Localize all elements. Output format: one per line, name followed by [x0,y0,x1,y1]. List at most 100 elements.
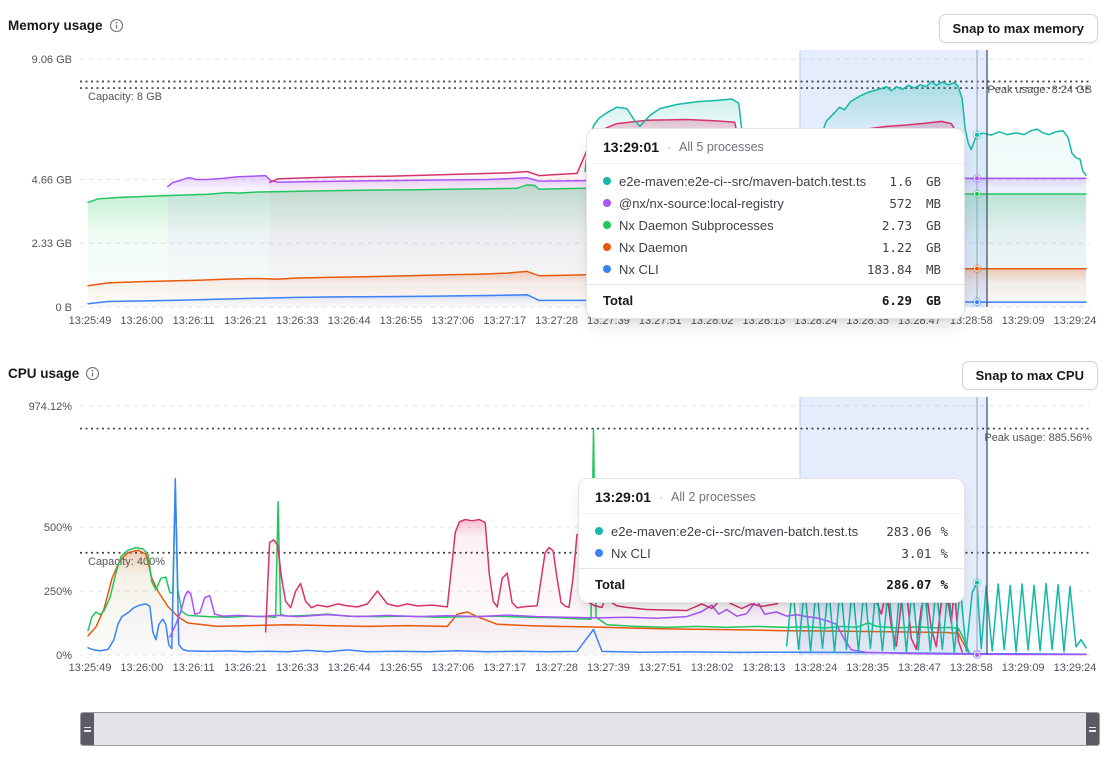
x-tick-label: 13:28:02 [691,662,734,674]
tooltip-row: e2e-maven:e2e-ci--src/maven-batch.test.t… [579,520,964,542]
cursor-marker [975,580,980,585]
process-value: 183.84 [867,262,912,277]
x-tick-label: 13:28:35 [846,662,889,674]
y-tick-label: 2.33 GB [32,238,72,250]
x-tick-label: 13:26:33 [276,662,319,674]
x-tick-label: 13:26:33 [276,315,319,327]
x-tick-label: 13:27:17 [483,662,526,674]
x-tick-label: 13:26:21 [224,662,267,674]
x-tick-label: 13:29:24 [1054,662,1097,674]
process-value: 1.6 [889,174,912,189]
tooltip-separator: · [659,490,663,504]
x-tick-label: 13:27:28 [535,315,578,327]
x-tick-label: 13:26:44 [328,315,371,327]
process-value: 1.22 [882,240,912,255]
x-tick-label: 13:28:47 [898,662,941,674]
process-name: Nx Daemon Subprocesses [619,218,874,233]
tooltip-header: 13:29:01 · All 2 processes [579,479,964,514]
process-name: @nx/nx-source:local-registry [619,196,881,211]
series-color-dot [595,527,603,535]
tooltip-rows: e2e-maven:e2e-ci--src/maven-batch.test.t… [579,514,964,568]
peak-label: Peak usage: 885.56% [984,432,1092,444]
process-value: 572 [889,196,912,211]
process-value-unit: MB [926,196,948,211]
x-tick-label: 13:28:24 [794,662,837,674]
series-color-dot [595,549,603,557]
series-color-dot [603,177,611,185]
series-color-dot [603,221,611,229]
memory-section-title: Memory usage [8,18,124,33]
x-tick-label: 13:27:39 [587,662,630,674]
info-icon[interactable] [85,366,100,381]
y-tick-label: 974.12% [29,401,73,413]
process-name: Nx Daemon [619,240,874,255]
x-tick-label: 13:26:55 [380,662,423,674]
capacity-label: Capacity: 400% [88,556,165,568]
tooltip-time: 13:29:01 [595,489,651,505]
peak-label: Peak usage: 8.24 GB [987,84,1092,96]
tooltip-row: e2e-maven:e2e-ci--src/maven-batch.test.t… [587,170,964,192]
x-tick-label: 13:28:13 [743,662,786,674]
x-tick-label: 13:27:51 [639,662,682,674]
tooltip-total-unit: % [940,577,948,592]
y-tick-label: 0% [56,650,72,662]
tooltip-total-value: 286.07 [886,577,931,592]
x-tick-label: 13:26:21 [224,315,267,327]
charts-canvas[interactable]: 9.06 GB4.66 GB2.33 GB0 B13:25:4913:26:00… [0,0,1118,761]
y-tick-label: 250% [44,586,72,598]
tooltip-row: Nx CLI 183.84 MB [587,258,964,280]
tooltip-total-label: Total [595,577,878,592]
tooltip-row: Nx Daemon Subprocesses 2.73 GB [587,214,964,236]
cursor-marker [975,266,980,271]
tooltip-header: 13:29:01 · All 5 processes [587,129,964,164]
process-name: Nx CLI [619,262,859,277]
x-tick-label: 13:27:06 [431,662,474,674]
tooltip-rows: e2e-maven:e2e-ci--src/maven-batch.test.t… [587,164,964,284]
x-tick-label: 13:26:11 [173,662,215,674]
x-tick-label: 13:29:09 [1002,662,1045,674]
tooltip-time: 13:29:01 [603,139,659,155]
memory-title-text: Memory usage [8,18,103,33]
process-name: e2e-maven:e2e-ci--src/maven-batch.test.t… [619,174,881,189]
tooltip-total-value: 6.29 [882,293,912,308]
x-tick-label: 13:27:28 [535,662,578,674]
tooltip-total-row: Total 6.29 GB [587,284,964,318]
cursor-marker [975,132,980,137]
process-value-unit: GB [926,240,948,255]
cursor-marker [975,652,980,657]
tooltip-subtitle: All 2 processes [671,490,756,504]
tooltip-total-label: Total [603,293,874,308]
y-tick-label: 4.66 GB [32,174,72,186]
process-name: Nx CLI [611,546,893,561]
cursor-marker [975,300,980,305]
x-tick-label: 13:28:58 [950,662,993,674]
x-tick-label: 13:29:09 [1002,315,1045,327]
memory-tooltip: 13:29:01 · All 5 processes e2e-maven:e2e… [586,128,965,319]
x-tick-label: 13:26:55 [380,315,423,327]
x-tick-label: 13:25:49 [69,315,112,327]
cpu-title-text: CPU usage [8,366,79,381]
tooltip-subtitle: All 5 processes [679,140,764,154]
process-value-unit: GB [926,174,948,189]
x-tick-label: 13:27:17 [483,315,526,327]
y-tick-label: 9.06 GB [32,54,72,66]
x-tick-label: 13:25:49 [69,662,112,674]
cursor-marker [975,191,980,196]
process-value-unit: GB [926,218,948,233]
tooltip-total-row: Total 286.07 % [579,568,964,602]
tooltip-separator: · [667,140,671,154]
cpu-section-title: CPU usage [8,366,100,381]
series-color-dot [603,265,611,273]
tooltip-row: Nx Daemon 1.22 GB [587,236,964,258]
x-tick-label: 13:26:00 [120,662,163,674]
info-icon[interactable] [109,18,124,33]
process-value-unit: MB [926,262,948,277]
process-value: 2.73 [882,218,912,233]
tooltip-total-unit: GB [926,293,948,308]
y-tick-label: 0 B [55,302,72,314]
x-tick-label: 13:27:06 [431,315,474,327]
series-color-dot [603,199,611,207]
process-value-unit: % [940,524,948,539]
x-tick-label: 13:26:44 [328,662,371,674]
process-value: 283.06 [886,524,931,539]
